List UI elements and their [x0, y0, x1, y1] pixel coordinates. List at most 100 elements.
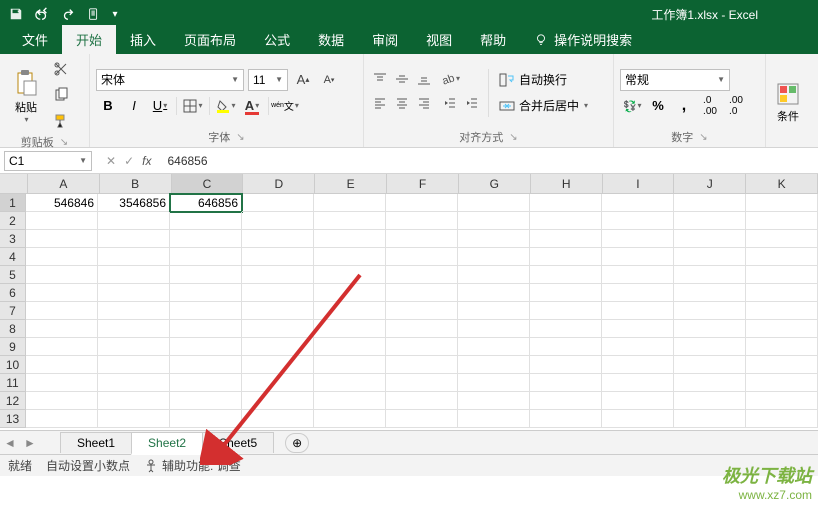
- tab-tellme[interactable]: 操作说明搜索: [520, 25, 646, 54]
- fill-color-button[interactable]: ▾: [214, 95, 238, 117]
- cell[interactable]: [530, 266, 602, 284]
- cell[interactable]: [458, 302, 530, 320]
- cell[interactable]: [26, 320, 98, 338]
- cell[interactable]: [458, 230, 530, 248]
- sheet-nav-prev[interactable]: ◄: [0, 436, 20, 450]
- tab-file[interactable]: 文件: [8, 25, 62, 54]
- cell[interactable]: [98, 392, 170, 410]
- conditional-formatting-button[interactable]: 条件: [772, 78, 804, 126]
- cell[interactable]: [170, 248, 242, 266]
- col-header-j[interactable]: J: [674, 174, 746, 193]
- cell[interactable]: [242, 302, 314, 320]
- cell[interactable]: [674, 212, 746, 230]
- cell[interactable]: [386, 356, 458, 374]
- cell[interactable]: [314, 266, 386, 284]
- cell[interactable]: [674, 392, 746, 410]
- cell[interactable]: [26, 248, 98, 266]
- number-format-select[interactable]: 常规▼: [620, 69, 730, 91]
- decrease-indent-icon[interactable]: [440, 93, 460, 113]
- cell[interactable]: [530, 302, 602, 320]
- cell[interactable]: [314, 212, 386, 230]
- cell[interactable]: [746, 338, 818, 356]
- cell[interactable]: [530, 392, 602, 410]
- copy-icon[interactable]: [50, 84, 72, 106]
- row-header[interactable]: 1: [0, 194, 26, 212]
- cell[interactable]: [242, 194, 314, 212]
- cell[interactable]: [386, 212, 458, 230]
- col-header-a[interactable]: A: [28, 174, 100, 193]
- align-middle-icon[interactable]: [392, 69, 412, 89]
- cell[interactable]: [746, 230, 818, 248]
- sheet-nav-next[interactable]: ►: [20, 436, 40, 450]
- cell[interactable]: [26, 212, 98, 230]
- bold-button[interactable]: B: [96, 95, 120, 117]
- cell[interactable]: [170, 356, 242, 374]
- cell[interactable]: 3546856: [98, 194, 170, 212]
- cell[interactable]: [602, 410, 674, 428]
- cell[interactable]: [458, 266, 530, 284]
- cell[interactable]: [674, 374, 746, 392]
- wrap-text-button[interactable]: 自动换行: [495, 69, 592, 91]
- tab-home[interactable]: 开始: [62, 25, 116, 54]
- cell[interactable]: [98, 338, 170, 356]
- row-header[interactable]: 13: [0, 410, 26, 428]
- cell[interactable]: [530, 212, 602, 230]
- cell[interactable]: [170, 212, 242, 230]
- col-header-d[interactable]: D: [243, 174, 315, 193]
- cell[interactable]: [170, 230, 242, 248]
- cell[interactable]: [98, 320, 170, 338]
- cell[interactable]: [530, 320, 602, 338]
- row-header[interactable]: 11: [0, 374, 26, 392]
- col-header-f[interactable]: F: [387, 174, 459, 193]
- cell[interactable]: [242, 356, 314, 374]
- accounting-format-button[interactable]: 💱▾: [620, 95, 644, 117]
- cell[interactable]: [746, 284, 818, 302]
- cell[interactable]: [242, 338, 314, 356]
- cell[interactable]: [98, 230, 170, 248]
- merge-center-button[interactable]: 合并后居中 ▾: [495, 95, 592, 117]
- tab-data[interactable]: 数据: [304, 25, 358, 54]
- cell[interactable]: [314, 248, 386, 266]
- cell[interactable]: [674, 410, 746, 428]
- orientation-icon[interactable]: ab▾: [440, 69, 460, 89]
- cell[interactable]: [98, 284, 170, 302]
- number-launcher-icon[interactable]: ↘: [699, 132, 707, 143]
- cell[interactable]: [674, 284, 746, 302]
- increase-indent-icon[interactable]: [462, 93, 482, 113]
- cell[interactable]: [242, 392, 314, 410]
- sheet-tab-sheet1[interactable]: Sheet1: [60, 432, 132, 453]
- enter-icon[interactable]: ✓: [124, 154, 134, 168]
- italic-button[interactable]: I: [122, 95, 146, 117]
- cell[interactable]: [458, 194, 530, 212]
- cell[interactable]: [98, 356, 170, 374]
- cell[interactable]: [674, 194, 746, 212]
- cell[interactable]: [242, 230, 314, 248]
- cell[interactable]: [530, 230, 602, 248]
- phonetic-button[interactable]: wén文▾: [273, 95, 297, 117]
- cell[interactable]: [314, 338, 386, 356]
- align-bottom-icon[interactable]: [414, 69, 434, 89]
- align-top-icon[interactable]: [370, 69, 390, 89]
- font-launcher-icon[interactable]: ↘: [236, 132, 244, 143]
- cell[interactable]: [314, 410, 386, 428]
- col-header-g[interactable]: G: [459, 174, 531, 193]
- alignment-launcher-icon[interactable]: ↘: [509, 132, 517, 143]
- cell[interactable]: [26, 302, 98, 320]
- cell[interactable]: [530, 248, 602, 266]
- cell[interactable]: [674, 266, 746, 284]
- cell[interactable]: [26, 374, 98, 392]
- cell[interactable]: [170, 392, 242, 410]
- cell[interactable]: [170, 338, 242, 356]
- cell[interactable]: [746, 374, 818, 392]
- select-all-corner[interactable]: [0, 174, 28, 193]
- cell[interactable]: [602, 374, 674, 392]
- cell[interactable]: [602, 338, 674, 356]
- cell[interactable]: [458, 248, 530, 266]
- redo-icon[interactable]: [56, 2, 80, 26]
- sheet-tab-sheet5[interactable]: Sheet5: [202, 432, 274, 453]
- comma-button[interactable]: ,: [672, 95, 696, 117]
- row-header[interactable]: 6: [0, 284, 26, 302]
- tab-pagelayout[interactable]: 页面布局: [170, 25, 250, 54]
- row-header[interactable]: 12: [0, 392, 26, 410]
- cell[interactable]: [530, 356, 602, 374]
